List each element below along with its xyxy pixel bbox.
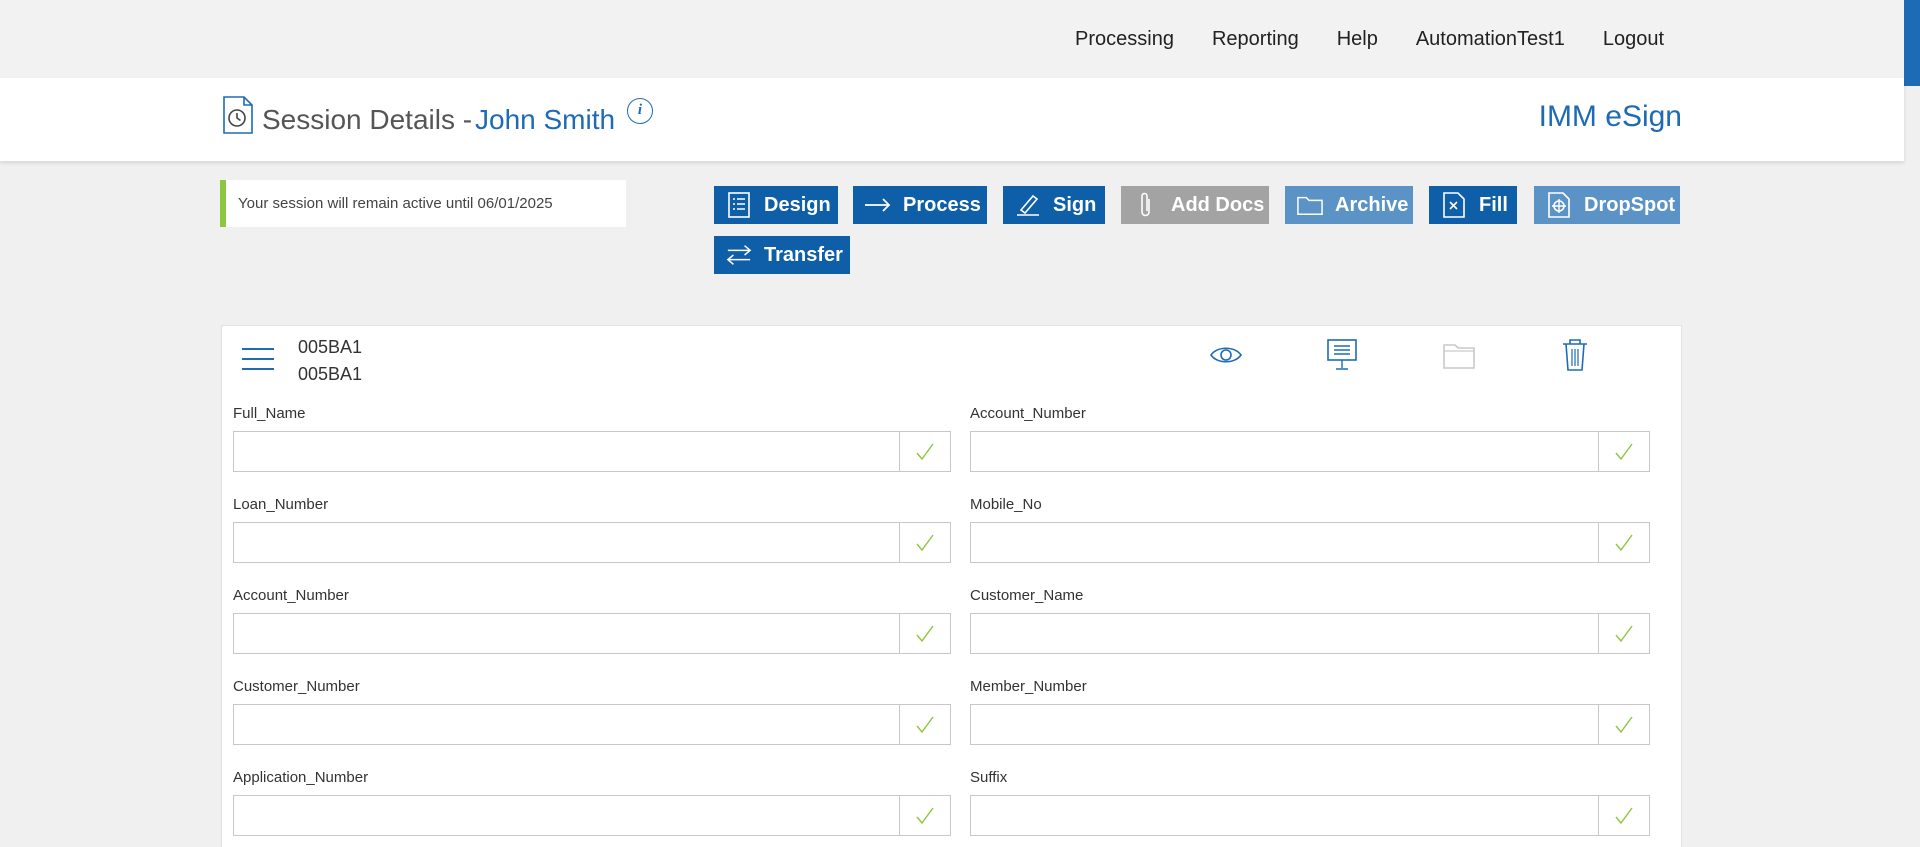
presentation-monitor-icon[interactable] xyxy=(1325,338,1359,372)
document-name: 005BA1 005BA1 xyxy=(298,334,362,388)
target-doc-icon xyxy=(1546,192,1572,218)
pen-icon xyxy=(1015,192,1041,218)
fill-button[interactable]: Fill xyxy=(1429,186,1517,224)
add-docs-button-label: Add Docs xyxy=(1171,193,1265,216)
eye-icon[interactable] xyxy=(1209,338,1243,372)
suffix-input[interactable] xyxy=(971,796,1598,835)
page-scrollbar[interactable] xyxy=(1904,0,1920,847)
dropspot-button-label: DropSpot xyxy=(1584,193,1676,216)
customer-name-input[interactable] xyxy=(971,614,1598,653)
field-input-box xyxy=(233,795,951,836)
field-label: Suffix xyxy=(970,769,1008,786)
loan-number-input[interactable] xyxy=(234,523,899,562)
design-button-label: Design xyxy=(764,193,831,216)
folder-disabled-icon[interactable] xyxy=(1442,338,1476,372)
nav-processing[interactable]: Processing xyxy=(1075,28,1174,51)
field-label: Customer_Name xyxy=(970,587,1084,604)
confirm-check-icon[interactable] xyxy=(1598,796,1649,835)
field-label: Member_Number xyxy=(970,678,1087,695)
process-button-label: Process xyxy=(903,193,981,216)
session-user-name: John Smith xyxy=(475,104,616,135)
field-member-number: Member_Number xyxy=(970,678,1650,745)
field-customer-number: Customer_Number xyxy=(233,678,951,745)
application-number-input[interactable] xyxy=(234,796,899,835)
top-navigation: Processing Reporting Help AutomationTest… xyxy=(0,0,1904,78)
dropspot-button[interactable]: DropSpot xyxy=(1534,186,1680,224)
field-mobile-no: Mobile_No xyxy=(970,496,1650,563)
field-full-name: Full_Name xyxy=(233,405,951,472)
confirm-check-icon[interactable] xyxy=(899,705,950,744)
sign-button[interactable]: Sign xyxy=(1003,186,1105,224)
field-label: Loan_Number xyxy=(233,496,329,513)
field-input-box xyxy=(970,522,1650,563)
transfer-button-label: Transfer xyxy=(764,243,843,266)
scrollbar-thumb[interactable] xyxy=(1904,0,1920,86)
field-input-box xyxy=(970,795,1650,836)
fill-doc-icon xyxy=(1441,192,1467,218)
field-input-box xyxy=(233,431,951,472)
field-input-box xyxy=(970,704,1650,745)
archive-button[interactable]: Archive xyxy=(1285,186,1413,224)
trash-icon[interactable] xyxy=(1558,338,1592,372)
member-number-input[interactable] xyxy=(971,705,1598,744)
fill-button-label: Fill xyxy=(1479,193,1508,216)
field-input-box xyxy=(233,704,951,745)
session-expiry-notice: Your session will remain active until 06… xyxy=(220,180,626,227)
field-application-number: Application_Number xyxy=(233,769,951,836)
session-header: Session Details - John Smith i IMM eSign xyxy=(0,78,1904,161)
nav-user-account[interactable]: AutomationTest1 xyxy=(1416,28,1565,51)
document-history-icon xyxy=(223,96,253,134)
list-doc-icon xyxy=(726,192,752,218)
confirm-check-icon[interactable] xyxy=(899,796,950,835)
confirm-check-icon[interactable] xyxy=(1598,705,1649,744)
sign-button-label: Sign xyxy=(1053,193,1097,216)
document-card: 005BA1 005BA1 Full_Name Loan_Number Acco… xyxy=(221,325,1682,847)
account-number-input[interactable] xyxy=(971,432,1598,471)
archive-button-label: Archive xyxy=(1335,193,1409,216)
nav-logout[interactable]: Logout xyxy=(1603,28,1664,51)
account-number-input[interactable] xyxy=(234,614,899,653)
arrow-right-icon xyxy=(865,192,891,218)
transfer-arrows-icon xyxy=(726,242,752,268)
field-input-box xyxy=(233,522,951,563)
confirm-check-icon[interactable] xyxy=(1598,432,1649,471)
field-label: Customer_Number xyxy=(233,678,360,695)
confirm-check-icon[interactable] xyxy=(899,432,950,471)
page-title: Session Details - xyxy=(262,104,473,135)
field-label: Account_Number xyxy=(233,587,349,604)
field-label: Full_Name xyxy=(233,405,306,422)
nav-reporting[interactable]: Reporting xyxy=(1212,28,1299,51)
field-label: Mobile_No xyxy=(970,496,1042,513)
mobile-no-input[interactable] xyxy=(971,523,1598,562)
confirm-check-icon[interactable] xyxy=(899,523,950,562)
field-account-number-2: Account_Number xyxy=(233,587,951,654)
confirm-check-icon[interactable] xyxy=(899,614,950,653)
confirm-check-icon[interactable] xyxy=(1598,523,1649,562)
field-input-box xyxy=(970,431,1650,472)
field-input-box xyxy=(233,613,951,654)
field-customer-name: Customer_Name xyxy=(970,587,1650,654)
add-docs-button[interactable]: Add Docs xyxy=(1121,186,1269,224)
full-name-input[interactable] xyxy=(234,432,899,471)
field-loan-number: Loan_Number xyxy=(233,496,951,563)
transfer-button[interactable]: Transfer xyxy=(714,236,850,274)
nav-help[interactable]: Help xyxy=(1337,28,1378,51)
brand-logo-text: IMM eSign xyxy=(1538,100,1682,133)
process-button[interactable]: Process xyxy=(853,186,987,224)
confirm-check-icon[interactable] xyxy=(1598,614,1649,653)
field-input-box xyxy=(970,613,1650,654)
design-button[interactable]: Design xyxy=(714,186,838,224)
field-account-number: Account_Number xyxy=(970,405,1650,472)
field-label: Account_Number xyxy=(970,405,1086,422)
document-name-line2: 005BA1 xyxy=(298,364,363,384)
field-suffix: Suffix xyxy=(970,769,1650,836)
hamburger-menu-icon[interactable] xyxy=(242,348,274,372)
field-label: Application_Number xyxy=(233,769,369,786)
document-name-line1: 005BA1 xyxy=(298,337,363,357)
customer-number-input[interactable] xyxy=(234,705,899,744)
nav-links: Processing Reporting Help AutomationTest… xyxy=(1075,28,1664,51)
info-icon[interactable]: i xyxy=(627,98,653,124)
paperclip-icon xyxy=(1133,192,1159,218)
folder-icon xyxy=(1297,192,1323,218)
